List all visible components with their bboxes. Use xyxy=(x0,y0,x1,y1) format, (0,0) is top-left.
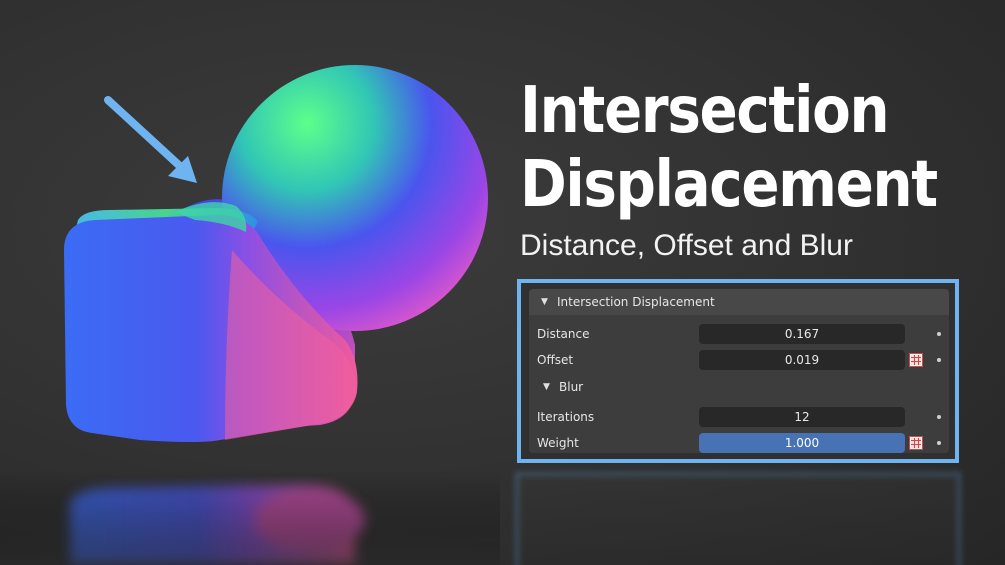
properties-panel: ▼ Intersection Displacement Distance 0.1… xyxy=(529,289,949,453)
iterations-field[interactable]: 12 xyxy=(699,407,905,427)
property-row-iterations: Iterations 12 xyxy=(529,406,949,428)
offset-label: Offset xyxy=(537,353,574,367)
offset-field[interactable]: 0.019 xyxy=(699,350,905,370)
title-block: Intersection Displacement Distance, Offs… xyxy=(520,74,994,266)
arrow-pointer-icon xyxy=(104,96,197,183)
weight-label: Weight xyxy=(537,436,579,450)
subpanel-header-blur[interactable]: ▼ Blur xyxy=(529,376,949,398)
blur-header-label: Blur xyxy=(559,380,584,394)
texture-grid-icon[interactable] xyxy=(909,436,923,450)
properties-panel-frame: ▼ Intersection Displacement Distance 0.1… xyxy=(517,279,959,463)
blur-header: ▼ Blur xyxy=(543,380,583,394)
texture-grid-icon[interactable] xyxy=(909,353,923,367)
distance-field[interactable]: 0.167 xyxy=(699,324,905,344)
property-row-distance: Distance 0.167 xyxy=(529,323,949,345)
property-row-weight: Weight 1.000 xyxy=(529,432,949,454)
title-line-2: Displacement xyxy=(520,148,938,222)
keyframe-dot-icon[interactable] xyxy=(937,441,941,445)
triangle-down-icon: ▼ xyxy=(541,297,548,307)
subtitle: Distance, Offset and Blur xyxy=(520,229,853,262)
title-line-1: Intersection xyxy=(520,74,890,148)
keyframe-dot-icon[interactable] xyxy=(937,415,941,419)
distance-label: Distance xyxy=(537,327,590,341)
weight-field[interactable]: 1.000 xyxy=(699,433,905,453)
iterations-label: Iterations xyxy=(537,410,595,424)
triangle-down-icon: ▼ xyxy=(543,382,550,392)
panel-header-intersection-displacement[interactable]: ▼ Intersection Displacement xyxy=(529,289,949,315)
keyframe-dot-icon[interactable] xyxy=(937,332,941,336)
panel-reflection xyxy=(515,472,961,565)
keyframe-dot-icon[interactable] xyxy=(937,358,941,362)
panel-header-label: Intersection Displacement xyxy=(557,295,715,309)
property-row-offset: Offset 0.019 xyxy=(529,349,949,371)
